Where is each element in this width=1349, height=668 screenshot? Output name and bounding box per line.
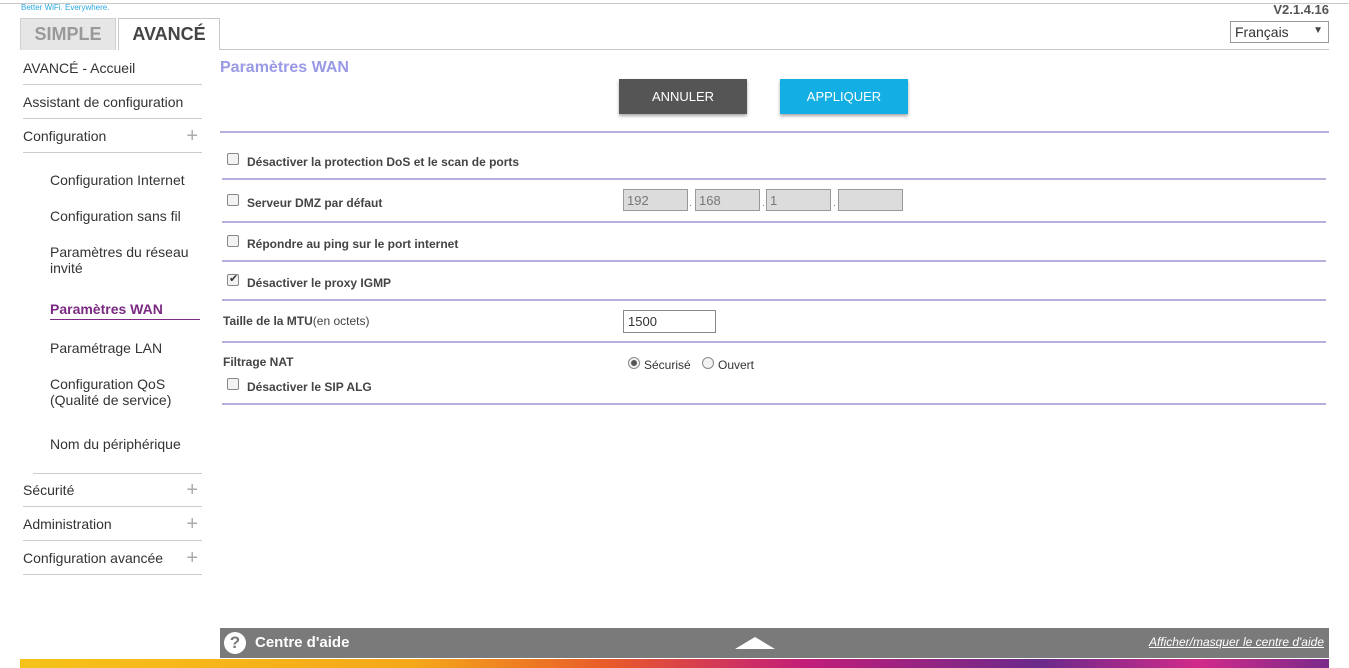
- igmp-label: Désactiver le proxy IGMP: [247, 276, 392, 290]
- section-divider: [222, 403, 1326, 405]
- language-value: Français: [1235, 24, 1289, 40]
- sidebar-item-device-name[interactable]: Nom du périphérique: [50, 436, 200, 452]
- toggle-help-link[interactable]: Afficher/masquer le centre d'aide: [1149, 635, 1324, 649]
- sidebar-item-advanced-home[interactable]: AVANCÉ - Accueil: [23, 51, 202, 85]
- sidebar-item-security[interactable]: Sécurité +: [23, 473, 202, 507]
- ping-checkbox[interactable]: [227, 235, 239, 247]
- dmz-label: Serveur DMZ par défaut: [247, 196, 383, 210]
- sidebar-item-label: Configuration: [23, 128, 107, 144]
- sidebar-item-guest-network[interactable]: Paramètres du réseau invité: [50, 244, 190, 276]
- section-divider: [222, 341, 1326, 343]
- sidebar-item-label: Administration: [23, 516, 112, 532]
- plus-icon: +: [186, 547, 198, 569]
- plus-icon: +: [186, 479, 198, 501]
- plus-icon: +: [186, 125, 198, 147]
- dmz-ip-octet-1[interactable]: [623, 189, 688, 211]
- section-divider: [222, 260, 1326, 262]
- tab-simple[interactable]: SIMPLE: [20, 18, 116, 50]
- firmware-version: V2.1.4.16: [1273, 2, 1329, 17]
- brand-color-band: [20, 659, 1329, 668]
- dropdown-arrow-icon: ▼: [1313, 25, 1323, 36]
- ping-label: Répondre au ping sur le port internet: [247, 237, 459, 251]
- sidebar-item-advanced-config[interactable]: Configuration avancée +: [23, 541, 202, 575]
- sidebar-item-qos-setup[interactable]: Configuration QoS (Qualité de service): [50, 376, 180, 408]
- ip-dot: .: [762, 198, 765, 209]
- igmp-checkbox[interactable]: [227, 272, 239, 286]
- page-title: Paramètres WAN: [220, 59, 349, 76]
- nat-filter-label: Filtrage NAT: [223, 355, 294, 369]
- cancel-button[interactable]: ANNULER: [619, 79, 747, 114]
- help-center-bar: ? Centre d'aide Afficher/masquer le cent…: [220, 628, 1329, 658]
- sidebar-item-configuration[interactable]: Configuration +: [23, 119, 202, 153]
- section-divider: [220, 131, 1329, 133]
- mtu-input[interactable]: [623, 310, 716, 333]
- ip-dot: .: [833, 198, 836, 209]
- section-divider: [222, 178, 1326, 180]
- dmz-ip-octet-3[interactable]: [766, 189, 831, 211]
- top-border: [0, 3, 1349, 4]
- nat-secure-radio[interactable]: [628, 357, 640, 369]
- brand-tagline: Better WiFi. Everywhere.: [21, 3, 110, 12]
- sidebar-item-label: Configuration avancée: [23, 550, 164, 566]
- sidebar-item-wireless-setup[interactable]: Configuration sans fil: [50, 208, 200, 224]
- tab-baseline: [220, 49, 1329, 50]
- sidebar-item-internet-setup[interactable]: Configuration Internet: [50, 172, 200, 188]
- expand-arrow-icon[interactable]: [735, 637, 775, 649]
- nat-secure-label: Sécurisé: [644, 358, 691, 372]
- dmz-ip-octet-4[interactable]: [838, 189, 903, 211]
- sidebar-item-setup-wizard[interactable]: Assistant de configuration: [23, 85, 202, 119]
- dmz-ip-octet-2[interactable]: [695, 189, 760, 211]
- nat-open-label: Ouvert: [718, 358, 755, 372]
- sidebar-item-label: Sécurité: [23, 482, 75, 498]
- dmz-checkbox[interactable]: [227, 194, 239, 206]
- sidebar-item-administration[interactable]: Administration +: [23, 507, 202, 541]
- ip-dot: .: [689, 198, 692, 209]
- language-select[interactable]: Français ▼: [1230, 21, 1329, 43]
- help-center-title: Centre d'aide: [255, 634, 350, 651]
- mtu-label-bold: Taille de la MTU: [223, 314, 313, 328]
- sidebar-item-lan-setup[interactable]: Paramétrage LAN: [50, 340, 200, 356]
- mtu-label-unit: (en octets): [312, 314, 370, 328]
- tab-advanced[interactable]: AVANCÉ: [118, 18, 220, 50]
- plus-icon: +: [186, 513, 198, 535]
- nat-open-radio[interactable]: [702, 357, 714, 369]
- sidebar-item-wan-settings[interactable]: Paramètres WAN: [50, 301, 200, 320]
- sip-alg-checkbox[interactable]: [227, 378, 239, 390]
- dos-label: Désactiver la protection DoS et le scan …: [247, 155, 520, 169]
- sip-alg-label: Désactiver le SIP ALG: [247, 380, 372, 394]
- section-divider: [222, 299, 1326, 301]
- apply-button[interactable]: APPLIQUER: [780, 79, 908, 114]
- section-divider: [222, 221, 1326, 223]
- dos-checkbox[interactable]: [227, 153, 239, 165]
- help-question-icon[interactable]: ?: [224, 632, 246, 654]
- mtu-label: Taille de la MTU(en octets): [223, 314, 370, 328]
